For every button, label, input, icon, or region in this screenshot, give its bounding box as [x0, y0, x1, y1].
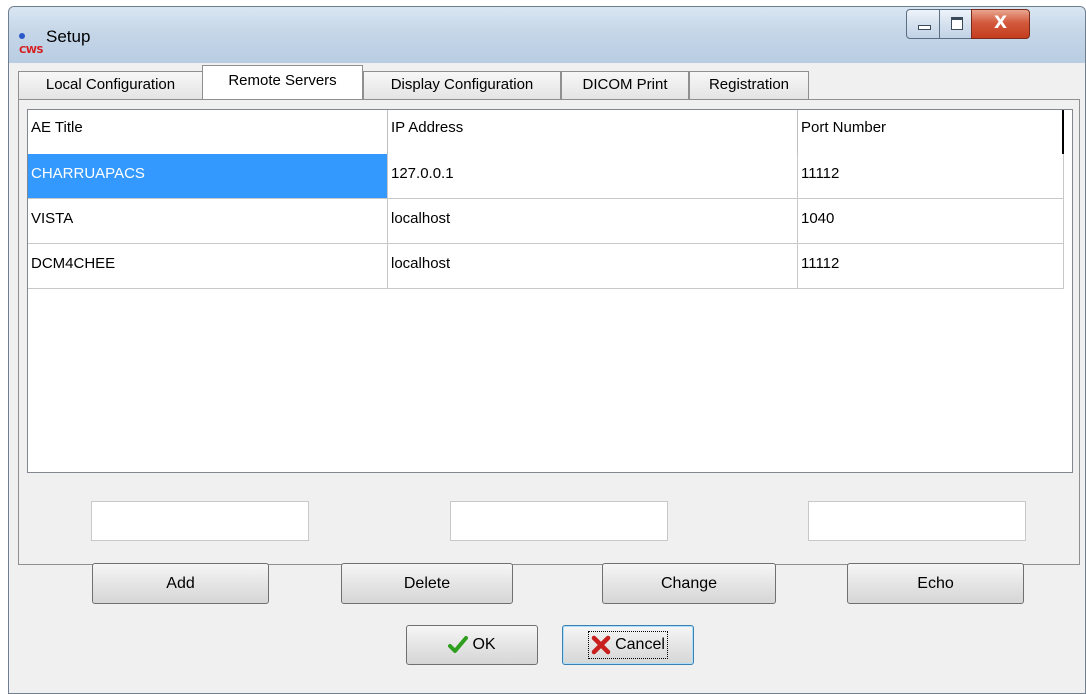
ok-button-content: OK — [448, 626, 496, 664]
cell-ip-address[interactable]: localhost — [388, 244, 798, 289]
servers-table[interactable]: AE Title IP Address Port Number CHARRUAP… — [27, 109, 1073, 473]
column-header-port-number[interactable]: Port Number — [798, 110, 1064, 154]
ae-title-field[interactable] — [91, 501, 309, 541]
echo-button[interactable]: Echo — [847, 563, 1024, 604]
app-icon-text: CWS — [19, 45, 44, 56]
window-title: Setup — [46, 27, 91, 46]
minimize-icon — [918, 25, 931, 30]
cell-port-number[interactable]: 1040 — [798, 199, 1064, 244]
setup-window: CWS Setup X Local Configuration Remote S… — [8, 6, 1086, 694]
cell-ip-address[interactable]: localhost — [388, 199, 798, 244]
cancel-button-label: Cancel — [615, 636, 665, 653]
minimize-button[interactable] — [906, 9, 940, 39]
cell-ae-title[interactable]: VISTA — [28, 199, 388, 244]
table-header: AE Title IP Address Port Number — [28, 110, 1064, 155]
port-number-field[interactable] — [808, 501, 1026, 541]
table-row[interactable]: VISTA localhost 1040 — [28, 199, 1064, 244]
ip-address-field[interactable] — [450, 501, 668, 541]
add-button[interactable]: Add — [92, 563, 269, 604]
close-button[interactable]: X — [971, 9, 1030, 39]
title-bar[interactable]: CWS Setup X — [9, 7, 1085, 63]
cell-ae-title[interactable]: CHARRUAPACS — [28, 154, 388, 199]
table-row[interactable]: DCM4CHEE localhost 11112 — [28, 244, 1064, 289]
maximize-icon — [951, 17, 963, 30]
change-button[interactable]: Change — [602, 563, 776, 604]
maximize-button[interactable] — [939, 9, 972, 39]
remote-servers-panel: AE Title IP Address Port Number CHARRUAP… — [18, 99, 1080, 604]
tab-display-configuration[interactable]: Display Configuration — [363, 71, 561, 99]
checkmark-icon — [448, 635, 469, 653]
cancel-button-content: Cancel — [588, 631, 668, 659]
cell-ip-address[interactable]: 127.0.0.1 — [388, 154, 798, 199]
column-header-ip-address[interactable]: IP Address — [388, 110, 798, 154]
ok-button[interactable]: OK — [406, 625, 538, 665]
tab-local-configuration[interactable]: Local Configuration — [18, 71, 203, 99]
tab-dicom-print[interactable]: DICOM Print — [561, 71, 689, 99]
ok-button-label: OK — [472, 636, 496, 653]
tab-remote-servers[interactable]: Remote Servers — [202, 65, 363, 99]
cancel-button[interactable]: Cancel — [562, 625, 694, 665]
cancel-x-icon — [591, 635, 611, 655]
cell-port-number[interactable]: 11112 — [798, 154, 1064, 199]
table-row[interactable]: CHARRUAPACS 127.0.0.1 11112 — [28, 154, 1064, 199]
close-icon: X — [993, 13, 1008, 33]
delete-button[interactable]: Delete — [341, 563, 513, 604]
cell-ae-title[interactable]: DCM4CHEE — [28, 244, 388, 289]
cws-app-icon: CWS — [19, 30, 44, 56]
column-header-ae-title[interactable]: AE Title — [28, 110, 388, 154]
tab-registration[interactable]: Registration — [689, 71, 809, 99]
cell-port-number[interactable]: 11112 — [798, 244, 1064, 289]
